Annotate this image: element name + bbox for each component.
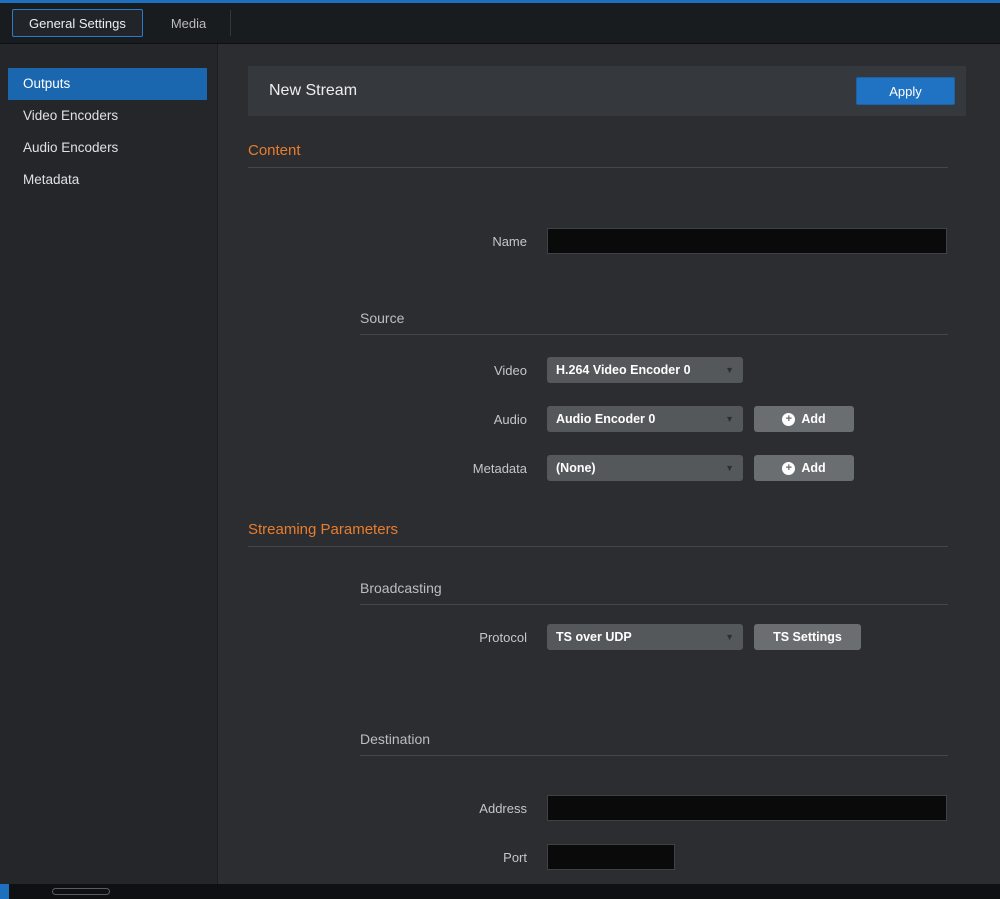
horizontal-scrollbar-track[interactable]	[0, 884, 1000, 899]
scrollbar-corner-accent	[0, 884, 9, 899]
section-rule	[248, 546, 948, 547]
subsection-rule	[360, 755, 948, 756]
section-title-streaming-parameters: Streaming Parameters	[248, 521, 966, 538]
port-label: Port	[248, 850, 527, 865]
sidebar-item-outputs[interactable]: Outputs	[8, 68, 207, 100]
page-title: New Stream	[269, 82, 357, 100]
protocol-dropdown[interactable]: TS over UDP ▼	[547, 624, 743, 650]
horizontal-scrollbar-handle[interactable]	[52, 888, 110, 895]
add-metadata-button[interactable]: + Add	[754, 455, 854, 481]
video-source-dropdown[interactable]: H.264 Video Encoder 0 ▼	[547, 357, 743, 383]
source-title: Source	[360, 310, 966, 326]
tab-general-settings[interactable]: General Settings	[12, 9, 143, 37]
apply-button[interactable]: Apply	[856, 77, 955, 105]
broadcasting-subsection: Broadcasting	[360, 580, 966, 605]
name-input[interactable]	[547, 228, 947, 254]
add-audio-label: Add	[801, 412, 825, 426]
ts-settings-button[interactable]: TS Settings	[754, 624, 861, 650]
name-row: Name	[248, 228, 966, 254]
metadata-row: Metadata (None) ▼ + Add	[248, 455, 966, 481]
section-rule	[248, 167, 948, 168]
sidebar-item-metadata[interactable]: Metadata	[8, 164, 207, 196]
chevron-down-icon: ▼	[725, 414, 734, 424]
plus-icon: +	[782, 413, 795, 426]
add-audio-button[interactable]: + Add	[754, 406, 854, 432]
port-input[interactable]	[547, 844, 675, 870]
chevron-down-icon: ▼	[725, 463, 734, 473]
name-label: Name	[248, 234, 527, 249]
subsection-rule	[360, 334, 948, 335]
metadata-source-dropdown[interactable]: (None) ▼	[547, 455, 743, 481]
address-label: Address	[248, 801, 527, 816]
address-row: Address	[248, 795, 966, 821]
video-source-value: H.264 Video Encoder 0	[556, 363, 691, 377]
add-metadata-label: Add	[801, 461, 825, 475]
plus-icon: +	[782, 462, 795, 475]
audio-source-dropdown[interactable]: Audio Encoder 0 ▼	[547, 406, 743, 432]
audio-source-value: Audio Encoder 0	[556, 412, 655, 426]
panel-header: New Stream Apply	[248, 66, 966, 116]
audio-label: Audio	[248, 412, 527, 427]
sidebar: Outputs Video Encoders Audio Encoders Me…	[0, 44, 218, 899]
sidebar-item-audio-encoders[interactable]: Audio Encoders	[8, 132, 207, 164]
broadcasting-title: Broadcasting	[360, 580, 966, 596]
address-input[interactable]	[547, 795, 947, 821]
port-row: Port	[248, 844, 966, 870]
metadata-label: Metadata	[248, 461, 527, 476]
top-navigation-bar: General Settings Media	[0, 3, 1000, 44]
destination-subsection: Destination	[360, 731, 966, 756]
destination-title: Destination	[360, 731, 966, 747]
source-subsection: Source	[360, 310, 966, 335]
tab-divider	[230, 10, 231, 36]
metadata-source-value: (None)	[556, 461, 596, 475]
tab-media[interactable]: Media	[155, 9, 222, 37]
section-title-content: Content	[248, 142, 966, 159]
protocol-row: Protocol TS over UDP ▼ TS Settings	[248, 624, 966, 650]
audio-row: Audio Audio Encoder 0 ▼ + Add	[248, 406, 966, 432]
protocol-value: TS over UDP	[556, 630, 632, 644]
chevron-down-icon: ▼	[725, 365, 734, 375]
chevron-down-icon: ▼	[725, 632, 734, 642]
main-content: New Stream Apply Content Name Source Vid…	[218, 44, 1000, 899]
subsection-rule	[360, 604, 948, 605]
protocol-label: Protocol	[248, 630, 527, 645]
sidebar-item-video-encoders[interactable]: Video Encoders	[8, 100, 207, 132]
video-row: Video H.264 Video Encoder 0 ▼	[248, 357, 966, 383]
video-label: Video	[248, 363, 527, 378]
